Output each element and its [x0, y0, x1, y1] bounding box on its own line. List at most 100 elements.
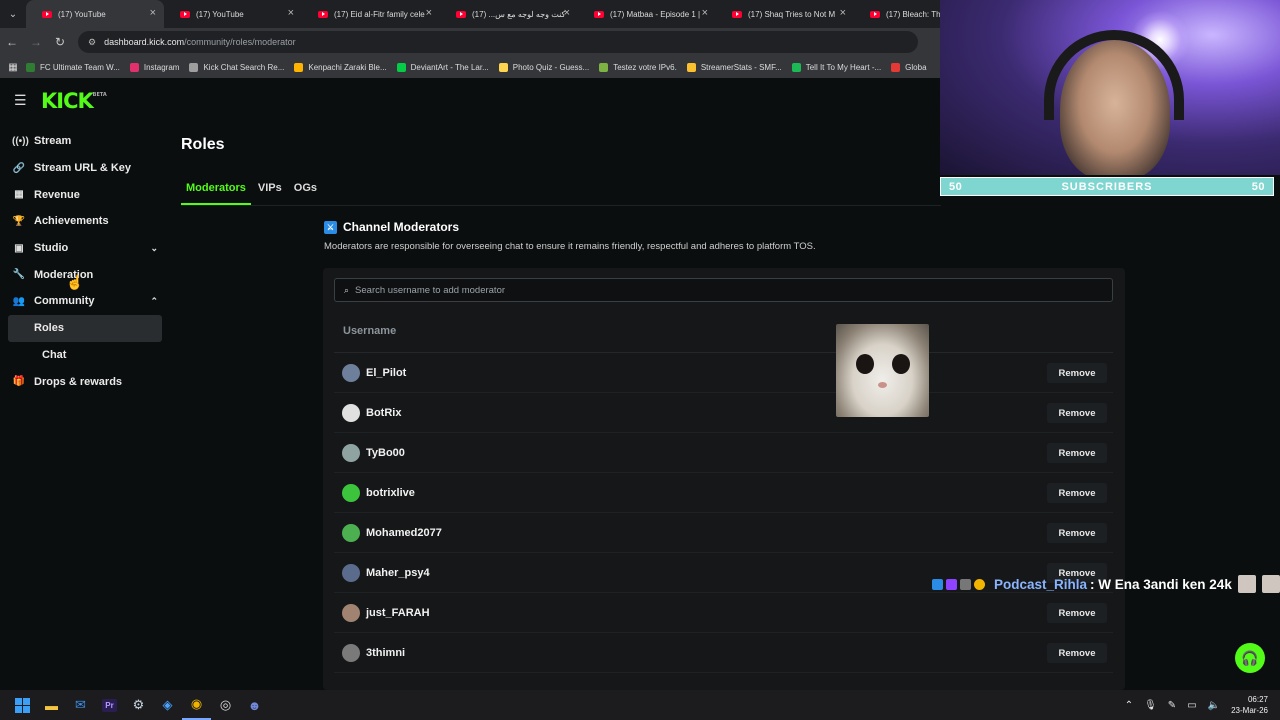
tab-ogs[interactable]: OGs	[289, 178, 322, 205]
webcam-overlay	[940, 0, 1280, 175]
premiere-icon[interactable]: Pr	[95, 690, 124, 720]
browser-tab[interactable]: (17) YouTube ×	[26, 0, 164, 28]
browser-tab[interactable]: (17) Matbaa - Episode 1 | ×	[578, 0, 716, 28]
sidebar-item-drops-rewards[interactable]: 🎁 Drops & rewards	[0, 368, 170, 395]
remove-button[interactable]: Remove	[1047, 403, 1107, 423]
tab-close-icon[interactable]: ×	[702, 7, 708, 19]
gift-badge-icon	[974, 578, 985, 590]
browser-tab-label: (17) YouTube	[196, 9, 244, 19]
top-nav: ☰ KICK BETA	[0, 78, 940, 124]
moderator-username[interactable]: El_Pilot	[366, 367, 406, 379]
bookmark-item[interactable]: Testez votre IPv6.	[599, 62, 677, 72]
sidebar-item-studio[interactable]: ▣ Studio ⌄	[0, 235, 170, 262]
bookmark-favicon-icon	[498, 62, 508, 72]
gift-icon: 🎁	[12, 376, 26, 388]
file-explorer-icon[interactable]: ▬	[37, 690, 66, 720]
kick-logo[interactable]: KICK BETA	[41, 89, 107, 113]
obs-icon[interactable]: ◎	[211, 690, 240, 720]
remove-button[interactable]: Remove	[1047, 443, 1107, 463]
browser-tab[interactable]: (17) Shaq Tries to Not M ×	[716, 0, 854, 28]
tab-close-icon[interactable]: ×	[150, 7, 156, 19]
bookmark-item[interactable]: Tell It To My Heart -...	[791, 62, 881, 72]
sidebar-item-label: Revenue	[34, 188, 80, 201]
site-info-icon[interactable]: ⚙	[88, 37, 96, 48]
sidebar-subitem-roles[interactable]: Roles	[8, 314, 162, 342]
sidebar-item-moderation[interactable]: 🔧 Moderation	[0, 261, 170, 288]
chevron-down-icon[interactable]: ⌄	[150, 243, 158, 254]
roles-tabs: Moderators VIPs OGs	[181, 178, 941, 206]
app-icon[interactable]: ◈	[153, 690, 182, 720]
tab-moderators[interactable]: Moderators	[181, 178, 251, 205]
tab-close-icon[interactable]: ×	[564, 7, 570, 19]
bookmark-item[interactable]: FC Ultimate Team W...	[26, 62, 120, 72]
tab-close-icon[interactable]: ×	[426, 7, 432, 19]
clock[interactable]: 06:27 23-Mar-26	[1231, 694, 1268, 716]
tab-close-icon[interactable]: ×	[288, 7, 294, 19]
beta-badge: BETA	[92, 92, 107, 98]
reload-icon[interactable]: ↻	[48, 35, 72, 49]
dashboard-icon: ▦	[14, 189, 24, 201]
tab-close-icon[interactable]: ×	[840, 7, 846, 19]
headset-icon[interactable]: 🎧	[1235, 643, 1265, 673]
steam-icon[interactable]: ⚙	[124, 690, 153, 720]
bookmark-item[interactable]: Kenpachi Zaraki Ble...	[294, 62, 387, 72]
display-icon[interactable]: ▭	[1187, 700, 1196, 711]
bookmark-item[interactable]: Globa	[891, 62, 927, 72]
moderator-username[interactable]: 3thimni	[366, 647, 405, 659]
menu-icon[interactable]: ☰	[14, 93, 28, 107]
url-field[interactable]: ⚙ dashboard.kick.com /community/roles/mo…	[78, 31, 918, 53]
bookmark-item[interactable]: DeviantArt - The Lar...	[396, 62, 489, 72]
microphone-icon[interactable]: 🎙	[1144, 700, 1157, 711]
browser-tab-label: (17) YouTube	[58, 9, 106, 19]
sidebar-item-revenue[interactable]: ▦ Revenue	[0, 181, 170, 208]
remove-button[interactable]: Remove	[1047, 603, 1107, 623]
bookmark-item[interactable]: StreamerStats - SMF...	[686, 62, 782, 72]
avatar	[342, 563, 360, 582]
moderator-username[interactable]: botrixlive	[366, 487, 415, 499]
moderator-shield-icon: ⚔	[324, 220, 337, 234]
sidebar-item-label: Community	[34, 295, 95, 308]
tab-vips[interactable]: VIPs	[253, 178, 287, 205]
discord-icon[interactable]: ☻	[240, 690, 269, 720]
volume-icon[interactable]: 🔈	[1208, 700, 1220, 711]
cat-emote-icon	[1237, 575, 1256, 593]
sidebar-subitem-chat[interactable]: Chat	[8, 342, 162, 369]
avatar	[342, 443, 360, 462]
back-icon[interactable]: ←	[0, 35, 24, 49]
browser-tab[interactable]: (17) Eid al-Fitr family cele ×	[302, 0, 440, 28]
forward-icon[interactable]: →	[24, 35, 48, 49]
table-header: Username	[334, 310, 1113, 353]
chevron-up-icon[interactable]: ⌃	[150, 296, 158, 307]
moderator-username[interactable]: TyBo00	[366, 447, 405, 459]
browser-tab[interactable]: كنت وجه لوجه مع س... (17) ×	[440, 0, 578, 28]
windows-start-icon[interactable]	[8, 690, 37, 720]
moderator-username[interactable]: just_FARAH	[366, 607, 430, 619]
pen-icon[interactable]: ✎	[1168, 700, 1176, 711]
browser-tab[interactable]: (17) YouTube ×	[164, 0, 302, 28]
remove-button[interactable]: Remove	[1047, 523, 1107, 543]
sidebar-item-community[interactable]: 👥 Community ⌃	[0, 288, 170, 315]
bookmark-item[interactable]: Photo Quiz - Guess...	[498, 62, 589, 72]
search-box[interactable]: ⌕	[334, 278, 1113, 302]
bookmark-favicon-icon	[396, 62, 406, 72]
tray-expand-icon[interactable]: ⌃	[1125, 700, 1133, 711]
studio-icon: ▣	[14, 242, 24, 254]
moderator-username[interactable]: Mohamed2077	[366, 527, 442, 539]
outlook-icon[interactable]: ✉	[66, 690, 95, 720]
bookmark-item[interactable]: Kick Chat Search Re...	[189, 62, 284, 72]
sidebar-item-stream[interactable]: ((•)) Stream	[0, 128, 170, 155]
moderator-username[interactable]: Maher_psy4	[366, 567, 430, 579]
bookmark-item[interactable]: Instagram	[129, 62, 179, 72]
sidebar-item-achievements[interactable]: 🏆 Achievements	[0, 208, 170, 235]
chrome-icon[interactable]: ◉	[182, 690, 211, 720]
remove-button[interactable]: Remove	[1047, 363, 1107, 383]
sidebar-item-label: Studio	[34, 242, 69, 255]
bookmark-favicon-icon	[599, 62, 609, 72]
search-input[interactable]	[355, 284, 1056, 296]
remove-button[interactable]: Remove	[1047, 483, 1107, 503]
tab-search-icon[interactable]: ⌄	[0, 0, 26, 28]
moderator-username[interactable]: BotRix	[366, 407, 401, 419]
remove-button[interactable]: Remove	[1047, 643, 1107, 663]
apps-grid-icon[interactable]: ▦	[0, 62, 26, 73]
sidebar-item-stream-url-key[interactable]: 🔗 Stream URL & Key	[0, 155, 170, 182]
